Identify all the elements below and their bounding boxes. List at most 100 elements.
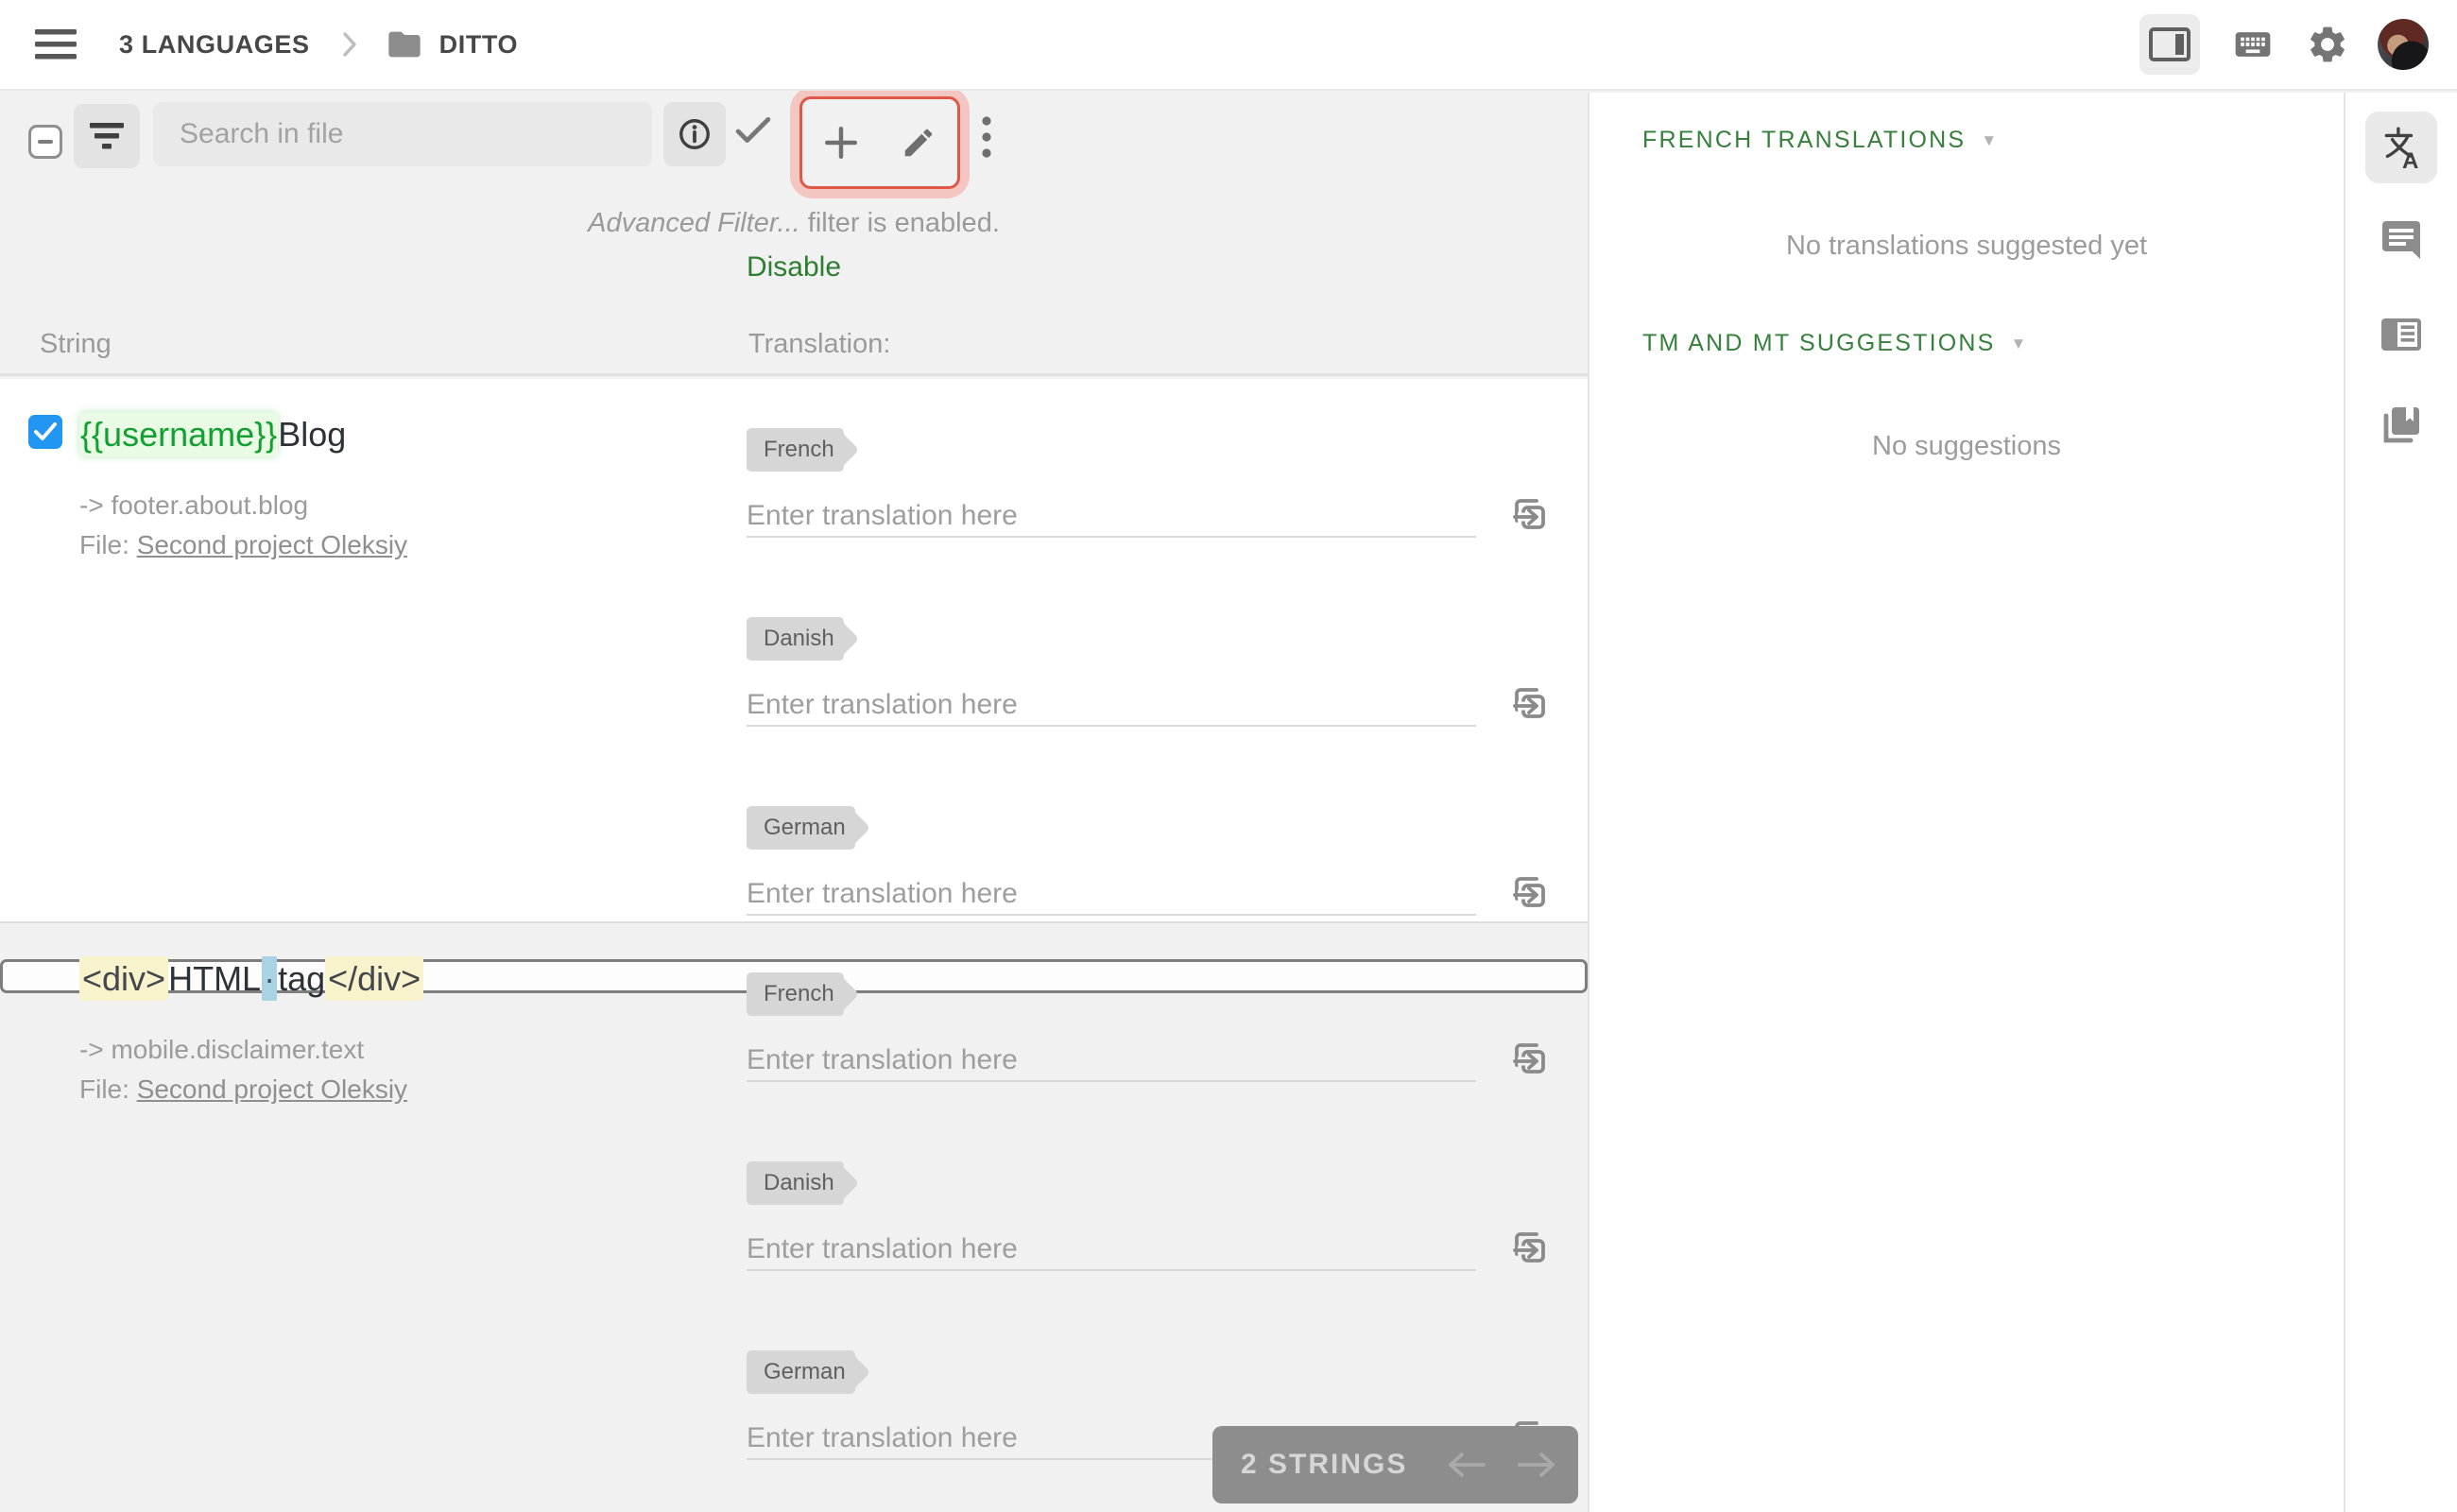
more-options-button[interactable] bbox=[981, 115, 992, 162]
empty-state-text: No suggestions bbox=[1872, 431, 2061, 461]
approve-translations-button[interactable] bbox=[735, 115, 771, 148]
previous-string-button[interactable] bbox=[1444, 1449, 1487, 1481]
select-all-checkbox[interactable] bbox=[28, 125, 62, 159]
translation-group-french: French bbox=[747, 972, 1554, 1082]
translation-input-danish[interactable] bbox=[747, 1229, 1476, 1271]
translation-group-danish: Danish bbox=[747, 1161, 1554, 1271]
add-string-button[interactable] bbox=[823, 125, 859, 161]
layout-panel-icon bbox=[2149, 27, 2191, 61]
info-icon bbox=[679, 119, 710, 149]
collapse-triangle-icon: ▼ bbox=[1981, 130, 1998, 149]
toggle-right-panel-button[interactable] bbox=[2139, 14, 2200, 75]
settings-button[interactable] bbox=[2306, 23, 2349, 66]
next-string-button[interactable] bbox=[1516, 1449, 1559, 1481]
hamburger-icon bbox=[35, 29, 77, 60]
space-marker-segment: · bbox=[262, 956, 278, 1001]
translation-group-french: French bbox=[747, 428, 1554, 538]
html-tag-segment: <div> bbox=[79, 956, 169, 1001]
copy-source-icon bbox=[1513, 1043, 1545, 1074]
empty-state-text: No translations suggested yet bbox=[1785, 231, 2148, 261]
collapse-triangle-icon: ▼ bbox=[2010, 334, 2027, 352]
arrow-left-icon bbox=[1449, 1452, 1486, 1477]
file-label: File: bbox=[79, 1074, 129, 1104]
highlight-annotation bbox=[790, 87, 970, 198]
translations-column: French Enter translation here Danish Ent… bbox=[747, 428, 1554, 995]
filter-notice: Advanced Filter... filter is enabled. bbox=[0, 208, 1588, 239]
reader-icon bbox=[2381, 318, 2421, 351]
plain-segment: HTML bbox=[168, 959, 262, 998]
plain-segment: tag bbox=[278, 959, 326, 998]
collections-bookmark-icon bbox=[2383, 407, 2419, 443]
comment-icon bbox=[2382, 221, 2420, 259]
translation-group-danish: Danish bbox=[747, 617, 1554, 727]
row-checkbox[interactable] bbox=[28, 415, 62, 449]
folder-icon bbox=[383, 26, 426, 63]
variable-segment: {{username}} bbox=[79, 412, 279, 456]
breadcrumb-folder[interactable]: DITTO bbox=[439, 30, 519, 60]
info-button[interactable] bbox=[663, 102, 726, 166]
breadcrumb: 3 LANGUAGES DITTO bbox=[119, 26, 518, 63]
copy-source-button[interactable] bbox=[1504, 1031, 1554, 1082]
string-row: <div>HTML·tag</div> -> mobile.disclaimer… bbox=[0, 923, 1588, 1490]
translation-input-french[interactable] bbox=[747, 1040, 1476, 1082]
string-text: {{username}}Blog bbox=[79, 411, 346, 458]
string-file-link[interactable]: Second project Oleksiy bbox=[137, 530, 407, 559]
string-file: File: Second project Oleksiy bbox=[79, 530, 407, 560]
language-tag-french[interactable]: French bbox=[747, 972, 844, 1016]
language-tag-german[interactable]: German bbox=[747, 806, 855, 850]
chevron-right-icon bbox=[342, 31, 358, 58]
filter-icon bbox=[90, 123, 124, 149]
indeterminate-minus-icon bbox=[38, 140, 53, 144]
top-bar: 3 LANGUAGES DITTO bbox=[0, 0, 2457, 91]
copy-source-icon bbox=[1513, 499, 1545, 529]
strings-list-pane: Advanced Filter... filter is enabled. Di… bbox=[0, 87, 1588, 1512]
reader-panel-button[interactable] bbox=[2379, 312, 2424, 357]
copy-source-icon bbox=[1513, 688, 1545, 718]
search-field bbox=[153, 102, 652, 166]
edit-string-button[interactable] bbox=[901, 125, 936, 161]
pencil-icon bbox=[904, 129, 933, 157]
menu-button[interactable] bbox=[34, 28, 77, 60]
copy-source-icon bbox=[1513, 1232, 1545, 1263]
string-file-link[interactable]: Second project Oleksiy bbox=[137, 1074, 407, 1104]
section-french-translations[interactable]: FRENCH TRANSLATIONS ▼ bbox=[1642, 127, 1997, 154]
language-tag-danish[interactable]: Danish bbox=[747, 1161, 844, 1205]
copy-source-button[interactable] bbox=[1504, 676, 1554, 727]
filter-button[interactable] bbox=[74, 104, 140, 168]
svg-text:A: A bbox=[2402, 148, 2418, 169]
gear-icon bbox=[2311, 26, 2345, 62]
language-tag-german[interactable]: German bbox=[747, 1350, 855, 1394]
translations-panel-button[interactable]: A bbox=[2365, 112, 2437, 183]
language-tag-danish[interactable]: Danish bbox=[747, 617, 844, 661]
copy-source-button[interactable] bbox=[1504, 1220, 1554, 1271]
string-file: File: Second project Oleksiy bbox=[79, 1074, 407, 1105]
copy-source-button[interactable] bbox=[1504, 865, 1554, 916]
string-key: -> footer.about.blog bbox=[79, 490, 309, 520]
column-header-translation: Translation: bbox=[748, 329, 891, 359]
avatar[interactable] bbox=[2378, 19, 2429, 70]
filter-notice-text: filter is enabled. bbox=[799, 208, 1000, 238]
strings-count: 2 STRINGS bbox=[1241, 1449, 1408, 1480]
dots-vertical-icon bbox=[982, 116, 991, 158]
column-header-string: String bbox=[40, 329, 112, 359]
topbar-actions bbox=[2139, 14, 2429, 75]
keyboard-shortcuts-button[interactable] bbox=[2228, 24, 2277, 65]
comments-panel-button[interactable] bbox=[2379, 217, 2424, 263]
string-text: <div>HTML·tag</div> bbox=[79, 955, 424, 1003]
breadcrumb-languages[interactable]: 3 LANGUAGES bbox=[119, 30, 310, 60]
copy-source-button[interactable] bbox=[1504, 487, 1554, 538]
search-input[interactable] bbox=[153, 102, 652, 166]
file-label: File: bbox=[79, 530, 129, 559]
glossary-panel-button[interactable] bbox=[2379, 403, 2424, 448]
check-icon bbox=[735, 116, 771, 143]
language-tag-french[interactable]: French bbox=[747, 428, 844, 472]
string-row: {{username}}Blog -> footer.about.blog Fi… bbox=[0, 379, 1588, 923]
html-tag-segment: </div> bbox=[325, 956, 424, 1001]
section-tm-mt-suggestions[interactable]: TM AND MT SUGGESTIONS ▼ bbox=[1642, 330, 2026, 357]
translation-input-danish[interactable] bbox=[747, 685, 1476, 727]
copy-source-icon bbox=[1513, 877, 1545, 907]
translation-input-german[interactable] bbox=[747, 874, 1476, 916]
translation-input-french[interactable] bbox=[747, 496, 1476, 538]
disable-filter-link[interactable]: Disable bbox=[0, 251, 1588, 284]
keyboard-icon bbox=[2235, 32, 2271, 57]
